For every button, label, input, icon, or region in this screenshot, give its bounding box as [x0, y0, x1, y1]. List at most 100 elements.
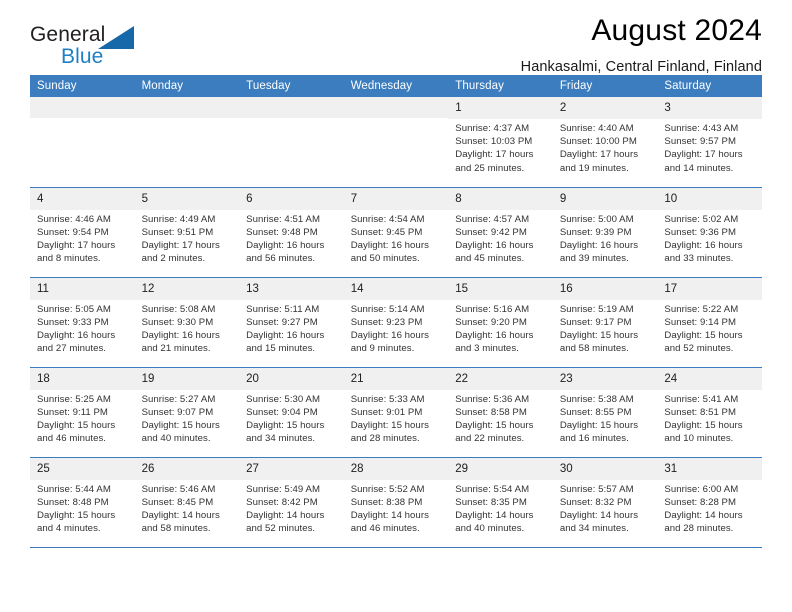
- day-number: 25: [30, 457, 135, 480]
- day-number: [134, 97, 240, 118]
- logo-text-blue: Blue: [61, 45, 104, 68]
- day-number: 11: [30, 277, 135, 300]
- daylight-line-1: Daylight: 16 hours: [664, 239, 743, 251]
- calendar-day-cell[interactable]: 28 Sunrise: 5:52 AM Sunset: 8:38 PM Dayligh…: [343, 457, 449, 548]
- sunset-time: Sunset: 9:42 PM: [455, 226, 527, 238]
- sunset-time: Sunset: 9:23 PM: [350, 316, 423, 328]
- general-blue-logo[interactable]: General Blue: [30, 24, 160, 70]
- daylight-line-1: Daylight: 15 hours: [37, 419, 116, 431]
- sunrise-time: Sunrise: 5:33 AM: [350, 393, 425, 405]
- daylight-line-2: and 14 minutes.: [664, 162, 734, 174]
- sunrise-time: Sunrise: 5:54 AM: [455, 483, 530, 495]
- day-details: Sunrise: 5:46 AM Sunset: 8:45 PM Daylight:…: [135, 480, 240, 536]
- weekday-header-friday: Friday: [552, 75, 658, 97]
- daylight-line-2: and 8 minutes.: [37, 253, 101, 265]
- location-subtitle: Hankasalmi, Central Finland, Finland: [520, 59, 762, 75]
- day-number: 8: [448, 187, 553, 210]
- day-details: Sunrise: 5:38 AM Sunset: 8:55 PM Daylight:…: [553, 390, 658, 446]
- calendar-day-cell[interactable]: 2 Sunrise: 4:40 AM Sunset: 10:00 PM Dayligh…: [552, 97, 658, 188]
- daylight-line-1: Daylight: 17 hours: [559, 149, 639, 161]
- daylight-line-2: and 56 minutes.: [246, 253, 316, 265]
- daylight-line-1: Daylight: 14 hours: [559, 509, 639, 521]
- calendar-day-cell[interactable]: 30 Sunrise: 5:57 AM Sunset: 8:32 PM Dayligh…: [552, 457, 658, 548]
- calendar-day-cell[interactable]: 25 Sunrise: 5:44 AM Sunset: 8:48 PM Dayligh…: [30, 457, 135, 548]
- sunset-time: Sunset: 9:48 PM: [246, 226, 318, 238]
- daylight-line-2: and 58 minutes.: [559, 343, 629, 355]
- calendar-day-cell[interactable]: 8 Sunrise: 4:57 AM Sunset: 9:42 PM Daylight…: [448, 187, 553, 278]
- sunrise-time: Sunrise: 5:19 AM: [559, 303, 634, 315]
- calendar-day-cell[interactable]: 14 Sunrise: 5:14 AM Sunset: 9:23 PM Dayligh…: [343, 277, 449, 368]
- daylight-line-1: Daylight: 14 hours: [350, 509, 429, 521]
- day-number: [239, 97, 344, 118]
- day-details: Sunrise: 5:22 AM Sunset: 9:14 PM Daylight:…: [657, 300, 762, 356]
- calendar-day-cell[interactable]: 27 Sunrise: 5:49 AM Sunset: 8:42 PM Dayligh…: [239, 457, 344, 548]
- sunrise-time: Sunrise: 5:38 AM: [559, 393, 634, 405]
- daylight-line-2: and 52 minutes.: [246, 523, 316, 535]
- daylight-line-1: Daylight: 16 hours: [246, 329, 325, 341]
- sunset-time: Sunset: 9:36 PM: [664, 226, 737, 238]
- title-block: August 2024 Hankasalmi, Central Finland,…: [521, 14, 762, 76]
- calendar-day-cell[interactable]: 20 Sunrise: 5:30 AM Sunset: 9:04 PM Dayligh…: [239, 367, 344, 458]
- calendar-day-cell[interactable]: 29 Sunrise: 5:54 AM Sunset: 8:35 PM Dayligh…: [448, 457, 553, 548]
- daylight-line-2: and 28 minutes.: [350, 433, 420, 445]
- day-details: Sunrise: 5:49 AM Sunset: 8:42 PM Daylight:…: [239, 480, 344, 536]
- calendar-day-cell[interactable]: 18 Sunrise: 5:25 AM Sunset: 9:11 PM Dayligh…: [30, 367, 135, 458]
- sunrise-time: Sunrise: 5:57 AM: [559, 483, 634, 495]
- daylight-line-1: Daylight: 16 hours: [37, 329, 116, 341]
- calendar-day-cell[interactable]: 15 Sunrise: 5:16 AM Sunset: 9:20 PM Dayligh…: [448, 277, 553, 368]
- daylight-line-1: Daylight: 16 hours: [141, 329, 220, 341]
- calendar-day-cell[interactable]: 3 Sunrise: 4:43 AM Sunset: 9:57 PM Daylight…: [657, 97, 762, 188]
- sunset-time: Sunset: 9:20 PM: [455, 316, 527, 328]
- day-number: 4: [30, 187, 135, 210]
- daylight-line-1: Daylight: 15 hours: [559, 329, 639, 341]
- calendar-day-cell[interactable]: 26 Sunrise: 5:46 AM Sunset: 8:45 PM Dayligh…: [134, 457, 240, 548]
- calendar-day-cell[interactable]: 17 Sunrise: 5:22 AM Sunset: 9:14 PM Dayligh…: [657, 277, 762, 368]
- calendar-day-cell[interactable]: 10 Sunrise: 5:02 AM Sunset: 9:36 PM Dayligh…: [657, 187, 762, 278]
- calendar-cell-empty: [30, 97, 135, 188]
- daylight-line-1: Daylight: 14 hours: [141, 509, 220, 521]
- calendar-day-cell[interactable]: 13 Sunrise: 5:11 AM Sunset: 9:27 PM Dayligh…: [239, 277, 344, 368]
- day-number: 21: [343, 367, 449, 390]
- calendar-day-cell[interactable]: 5 Sunrise: 4:49 AM Sunset: 9:51 PM Daylight…: [134, 187, 240, 278]
- calendar-day-cell[interactable]: 19 Sunrise: 5:27 AM Sunset: 9:07 PM Dayligh…: [134, 367, 240, 458]
- calendar-day-cell[interactable]: 6 Sunrise: 4:51 AM Sunset: 9:48 PM Daylight…: [239, 187, 344, 278]
- daylight-line-1: Daylight: 17 hours: [37, 239, 116, 251]
- calendar-day-cell[interactable]: 31 Sunrise: 6:00 AM Sunset: 8:28 PM Dayligh…: [657, 457, 762, 548]
- calendar-day-cell[interactable]: 12 Sunrise: 5:08 AM Sunset: 9:30 PM Dayligh…: [134, 277, 240, 368]
- day-number: [30, 97, 135, 118]
- daylight-line-2: and 33 minutes.: [664, 253, 734, 265]
- daylight-line-2: and 16 minutes.: [559, 433, 629, 445]
- day-details: Sunrise: 5:16 AM Sunset: 9:20 PM Daylight:…: [448, 300, 553, 356]
- daylight-line-1: Daylight: 16 hours: [559, 239, 639, 251]
- day-number: 3: [657, 97, 762, 119]
- daylight-line-1: Daylight: 16 hours: [455, 329, 534, 341]
- day-details: Sunrise: 5:36 AM Sunset: 8:58 PM Daylight:…: [448, 390, 553, 446]
- day-number: 17: [657, 277, 762, 300]
- day-number: 5: [134, 187, 240, 210]
- weekday-header-wednesday: Wednesday: [343, 75, 449, 97]
- calendar-day-cell[interactable]: 21 Sunrise: 5:33 AM Sunset: 9:01 PM Dayligh…: [343, 367, 449, 458]
- daylight-line-1: Daylight: 16 hours: [350, 329, 429, 341]
- sunset-time: Sunset: 10:00 PM: [559, 136, 637, 148]
- day-details: Sunrise: 4:46 AM Sunset: 9:54 PM Daylight:…: [30, 210, 135, 266]
- calendar-day-cell[interactable]: 4 Sunrise: 4:46 AM Sunset: 9:54 PM Daylight…: [30, 187, 135, 278]
- calendar-cell-empty: [239, 97, 344, 188]
- calendar-day-cell[interactable]: 9 Sunrise: 5:00 AM Sunset: 9:39 PM Daylight…: [552, 187, 658, 278]
- calendar-week-row: 25 Sunrise: 5:44 AM Sunset: 8:48 PM Dayligh…: [30, 457, 762, 548]
- calendar-day-cell[interactable]: 23 Sunrise: 5:38 AM Sunset: 8:55 PM Dayligh…: [552, 367, 658, 458]
- daylight-line-1: Daylight: 14 hours: [664, 509, 743, 521]
- calendar-day-cell[interactable]: 7 Sunrise: 4:54 AM Sunset: 9:45 PM Daylight…: [343, 187, 449, 278]
- day-number: 19: [134, 367, 240, 390]
- daylight-line-1: Daylight: 14 hours: [246, 509, 325, 521]
- calendar-day-cell[interactable]: 16 Sunrise: 5:19 AM Sunset: 9:17 PM Dayligh…: [552, 277, 658, 368]
- calendar-day-cell[interactable]: 22 Sunrise: 5:36 AM Sunset: 8:58 PM Dayligh…: [448, 367, 553, 458]
- sunrise-time: Sunrise: 5:36 AM: [455, 393, 530, 405]
- calendar-day-cell[interactable]: 11 Sunrise: 5:05 AM Sunset: 9:33 PM Dayligh…: [30, 277, 135, 368]
- daylight-line-2: and 4 minutes.: [37, 523, 101, 535]
- calendar-day-cell[interactable]: 1 Sunrise: 4:37 AM Sunset: 10:03 PM Dayligh…: [448, 97, 553, 188]
- day-details: Sunrise: 5:02 AM Sunset: 9:36 PM Daylight:…: [657, 210, 762, 266]
- day-number: 7: [343, 187, 449, 210]
- calendar-day-cell[interactable]: 24 Sunrise: 5:41 AM Sunset: 8:51 PM Dayligh…: [657, 367, 762, 458]
- day-number: [343, 97, 449, 118]
- sunrise-time: Sunrise: 4:40 AM: [559, 123, 634, 134]
